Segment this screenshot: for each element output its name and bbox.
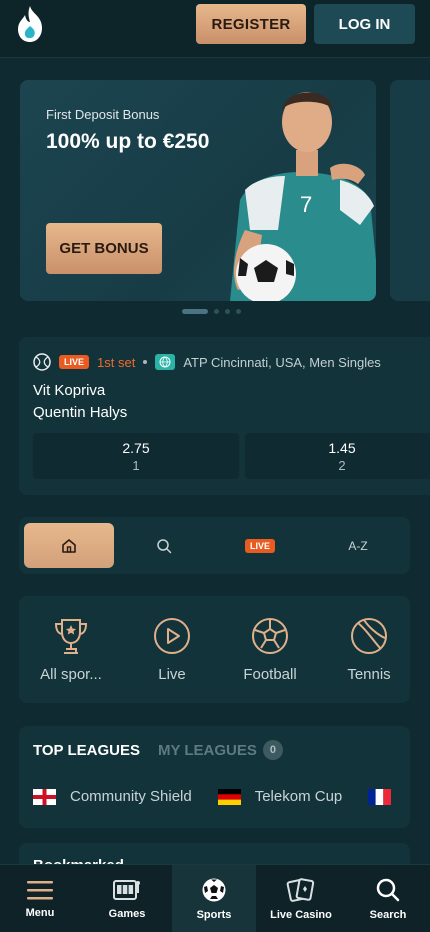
get-bonus-button[interactable]: GET BONUS <box>46 223 162 274</box>
sport-label: Live <box>158 666 186 683</box>
logo-flame-icon[interactable] <box>12 4 48 44</box>
tab-search[interactable] <box>119 523 209 568</box>
league-item-community-shield[interactable]: Community Shield <box>33 788 192 805</box>
promo-banner[interactable]: First Deposit Bonus 100% up to €250 GET … <box>20 80 376 301</box>
carousel-dot[interactable] <box>236 309 241 314</box>
nav-sports[interactable]: Sports <box>172 865 256 932</box>
soccer-ball-icon <box>202 878 226 902</box>
odd-button-1[interactable]: 2.75 1 <box>33 433 239 479</box>
team-away: Quentin Halys <box>33 404 128 421</box>
carousel-dot[interactable] <box>225 309 230 314</box>
leagues-tabs: TOP LEAGUES MY LEAGUES 0 <box>33 740 283 760</box>
league-list: Community Shield Telekom Cup <box>33 788 392 805</box>
germany-flag-icon <box>217 788 241 805</box>
live-badge: LIVE <box>244 538 275 553</box>
odd-label: 1 <box>132 457 140 473</box>
slot-machine-icon <box>113 880 140 900</box>
live-badge: LIVE <box>59 355 90 369</box>
sport-tennis[interactable]: Tennis <box>329 616 409 683</box>
leagues-panel: TOP LEAGUES MY LEAGUES 0 Community Shiel… <box>19 726 410 828</box>
nav-search[interactable]: Search <box>348 865 428 932</box>
carousel-dot-active[interactable] <box>182 309 208 314</box>
carousel-dot[interactable] <box>214 309 219 314</box>
globe-icon <box>155 354 176 370</box>
tab-home[interactable] <box>24 523 114 568</box>
live-match-card[interactable]: LIVE 1st set ATP Cincinnati, USA, Men Si… <box>19 337 430 495</box>
header: REGISTER LOG IN <box>0 0 430 58</box>
league-item-telekom-cup[interactable]: Telekom Cup <box>217 788 343 805</box>
menu-icon <box>27 881 53 900</box>
league-name: Telekom Cup <box>254 788 343 805</box>
sport-football[interactable]: Football <box>230 616 310 683</box>
nav-live-casino[interactable]: Live Casino <box>262 865 340 932</box>
sport-label: All spor... <box>40 666 102 683</box>
nav-label: Menu <box>25 907 55 919</box>
nav-label: Live Casino <box>270 909 332 921</box>
cards-icon <box>286 878 315 902</box>
tennis-icon <box>351 618 387 654</box>
football-player-image: 7 <box>230 92 376 301</box>
play-icon <box>154 618 190 654</box>
login-button[interactable]: LOG IN <box>314 4 415 44</box>
search-icon <box>376 878 400 902</box>
match-meta: LIVE 1st set ATP Cincinnati, USA, Men Si… <box>33 353 381 371</box>
tab-my-leagues[interactable]: MY LEAGUES 0 <box>158 740 283 760</box>
tab-top-leagues[interactable]: TOP LEAGUES <box>33 742 140 759</box>
football-icon <box>252 618 288 654</box>
league-item-france[interactable] <box>368 788 392 805</box>
sports-shortcuts: All spor... Live Football Tennis <box>19 596 410 703</box>
league-name: Community Shield <box>70 788 192 805</box>
my-leagues-count: 0 <box>262 740 283 760</box>
banner-title: 100% up to €250 <box>46 130 210 153</box>
nav-label: Games <box>108 908 146 920</box>
register-button[interactable]: REGISTER <box>196 4 306 44</box>
nav-label: Sports <box>196 909 232 921</box>
bottom-navigation: Menu Games Sports Live Casino Search <box>0 864 430 932</box>
tab-live[interactable]: LIVE <box>215 523 305 568</box>
home-icon <box>62 538 76 553</box>
trophy-icon <box>54 619 88 654</box>
match-league: ATP Cincinnati, USA, Men Singles <box>183 354 381 370</box>
tennis-ball-icon <box>33 353 51 371</box>
jersey-number: 7 <box>300 192 312 217</box>
nav-menu[interactable]: Menu <box>0 865 80 932</box>
search-icon <box>157 538 172 553</box>
france-flag-icon <box>368 788 392 805</box>
tab-az[interactable]: A-Z <box>311 523 405 568</box>
banner-subtitle: First Deposit Bonus <box>46 107 160 122</box>
sport-live[interactable]: Live <box>132 616 212 683</box>
sport-label: Tennis <box>347 666 391 683</box>
odd-value: 2.75 <box>122 439 150 456</box>
carousel-dots <box>182 309 241 314</box>
odd-label: 2 <box>338 457 346 473</box>
sports-nav-tabs: LIVE A-Z <box>19 517 410 574</box>
separator-dot <box>143 360 148 364</box>
odd-button-2[interactable]: 1.45 2 <box>245 433 430 479</box>
sport-label: Football <box>243 666 297 683</box>
nav-label: Search <box>369 909 407 921</box>
odd-value: 1.45 <box>328 439 356 456</box>
match-set: 1st set <box>97 354 136 370</box>
my-leagues-label: MY LEAGUES <box>157 741 257 759</box>
nav-games[interactable]: Games <box>88 865 166 932</box>
next-banner-peek[interactable] <box>390 80 430 301</box>
england-flag-icon <box>33 788 56 805</box>
sport-all[interactable]: All spor... <box>31 616 111 683</box>
team-home: Vit Kopriva <box>33 382 106 399</box>
